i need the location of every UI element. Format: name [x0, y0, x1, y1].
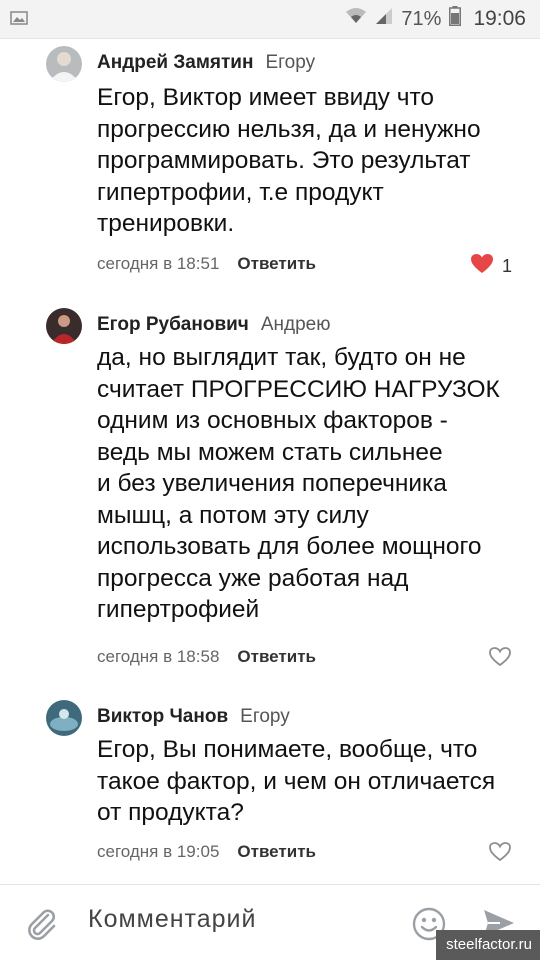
- comment-time: сегодня в 19:05: [97, 842, 220, 861]
- comment-time: сегодня в 18:58: [97, 647, 220, 666]
- reply-to[interactable]: Егору: [265, 52, 315, 73]
- heart-outline-icon: [488, 646, 512, 672]
- wifi-icon: [345, 7, 367, 31]
- comment-text: Егор, Виктор имеет ввиду что прогрессию …: [97, 82, 527, 240]
- avatar[interactable]: [46, 308, 82, 344]
- avatar[interactable]: [46, 46, 82, 82]
- heart-outline-icon: [488, 841, 512, 867]
- author-name[interactable]: Виктор Чанов: [97, 706, 228, 727]
- comment-text: да, но выглядит так, будто он не считает…: [97, 342, 527, 626]
- reply-button[interactable]: Ответить: [237, 254, 316, 273]
- paperclip-icon[interactable]: [26, 907, 58, 946]
- comment-text-line: использовать для более мощного: [97, 533, 482, 560]
- clock: 19:06: [473, 7, 526, 30]
- comment-text: Егор, Вы понимаете, вообще, что такое фа…: [97, 734, 527, 829]
- comment-text-line: и без увеличения поперечника: [97, 470, 447, 497]
- comment-input[interactable]: Комментарий: [88, 905, 256, 934]
- comment-text-line: считает ПРОГРЕССИЮ НАГРУЗОК: [97, 375, 500, 403]
- comment-text-line: Егор, Виктор имеет ввиду что: [97, 84, 435, 111]
- comment-text-line: гипертрофией: [97, 596, 260, 623]
- author-name[interactable]: Егор Рубанович: [97, 314, 249, 335]
- reply-button[interactable]: Ответить: [237, 647, 316, 666]
- comment-text-line: да, но выглядит так, будто он не: [97, 344, 466, 371]
- status-bar: 71% 19:06: [0, 0, 540, 39]
- comment-text-line: Егор, Вы понимаете, вообще, что: [97, 736, 478, 763]
- watermark: steelfactor.ru: [436, 930, 540, 960]
- like-button[interactable]: [488, 841, 512, 867]
- comment-text-line: от продукта?: [97, 799, 244, 826]
- signal-icon: [375, 7, 393, 31]
- comment-text-line: такое фактор, и чем он отличается: [97, 767, 496, 795]
- image-notification-icon: [10, 11, 28, 30]
- reply-to[interactable]: Егору: [240, 706, 290, 727]
- like-button[interactable]: [488, 646, 512, 672]
- reply-button[interactable]: Ответить: [237, 842, 316, 861]
- battery-icon: [449, 6, 462, 32]
- comment-text-line: мышц, а потом эту силу: [97, 501, 369, 529]
- comment-text-line: одним из основных факторов -: [97, 407, 448, 434]
- battery-percent: 71%: [401, 7, 442, 30]
- comment-text-line: гипертрофии, т.е продукт: [97, 178, 384, 206]
- comment-text-line: программировать. Это результат: [97, 147, 471, 174]
- author-name[interactable]: Андрей Замятин: [97, 52, 253, 73]
- like-count: 1: [501, 255, 512, 276]
- comment-text-line: ведь мы можем стать сильнее: [97, 438, 443, 466]
- like-button[interactable]: 1: [470, 253, 512, 279]
- comment-text-line: тренировки.: [97, 210, 235, 237]
- comment-text-line: прогресса уже работая над: [97, 564, 409, 592]
- reply-to[interactable]: Андрею: [261, 314, 331, 335]
- comment-time: сегодня в 18:51: [97, 254, 220, 273]
- comment-text-line: прогрессию нельзя, да и ненужно: [97, 115, 481, 143]
- heart-filled-icon: [470, 253, 494, 279]
- avatar[interactable]: [46, 700, 82, 736]
